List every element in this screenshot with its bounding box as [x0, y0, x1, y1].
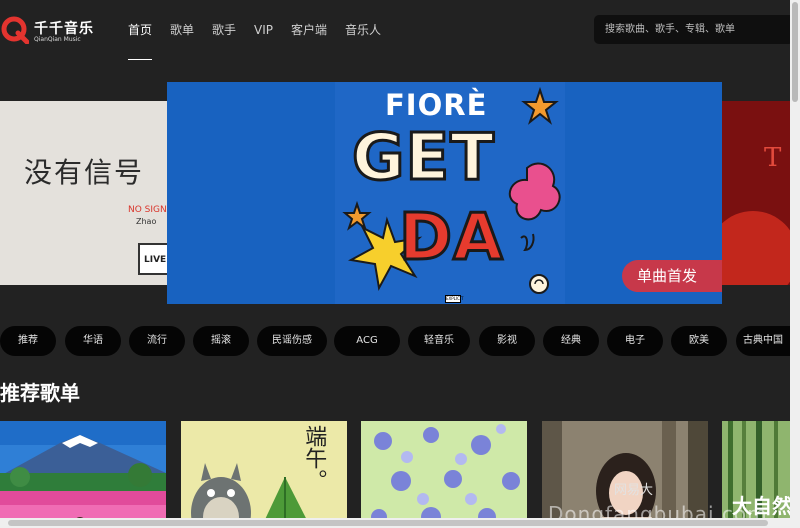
nav-item-label: VIP — [254, 23, 274, 37]
horizontal-scrollbar[interactable] — [0, 518, 790, 528]
slide-title: 没有信号 — [24, 156, 145, 189]
single-debut-badge: 单曲首发 — [622, 260, 722, 292]
main-nav: 首页 歌单 歌手 VIP 客户端 音乐人 — [128, 0, 399, 64]
parental-advisory-label: EXPLICIT — [445, 295, 464, 303]
nav-item-playlists[interactable]: 歌单 — [170, 0, 194, 64]
slide-letter: T — [764, 143, 782, 173]
nav-item-label: 歌手 — [212, 23, 237, 37]
playlist-card[interactable] — [0, 421, 166, 528]
nav-item-vip[interactable]: VIP — [254, 0, 273, 64]
category-chip[interactable]: 轻音乐 — [408, 326, 470, 356]
category-chip[interactable]: 电子 — [607, 326, 663, 356]
watermark-badge: 网易大 — [614, 483, 654, 498]
slide-glow — [718, 211, 790, 285]
nav-item-home[interactable]: 首页 — [128, 0, 153, 64]
banner-carousel: 没有信号 NO SIGNAL Zhao LIVE T FIORÈ GET DA … — [0, 80, 800, 310]
song-title-line-1: GET — [351, 121, 496, 195]
banner-slide-next[interactable]: T — [718, 101, 790, 285]
scrollbar-thumb[interactable] — [792, 2, 798, 102]
banner-slide-current[interactable]: FIORÈ GET DA EXPLICIT 单曲首发 — [167, 82, 722, 304]
artist-name: FIORÈ — [385, 88, 488, 122]
category-chip[interactable]: 华语 — [65, 326, 121, 356]
nav-item-client[interactable]: 客户端 — [291, 0, 327, 64]
playlist-card[interactable]: 端午。 — [181, 421, 347, 528]
logo[interactable]: 千千音乐 QianQian Music — [0, 14, 95, 48]
category-chip[interactable]: 流行 — [129, 326, 185, 356]
category-chip[interactable]: 影视 — [479, 326, 535, 356]
section-title: 推荐歌单 — [0, 381, 80, 405]
category-bar: 推荐 华语 流行 摇滚 民谣伤感 ACG 轻音乐 影视 经典 电子 欧美 古典中… — [0, 326, 800, 356]
corner-watermark: 大自然 — [732, 494, 792, 518]
nav-item-musicians[interactable]: 音乐人 — [345, 0, 381, 64]
song-title-line-2: DA — [398, 201, 505, 275]
nav-item-label: 音乐人 — [345, 23, 382, 37]
category-chip[interactable]: 推荐 — [0, 326, 56, 356]
playlist-cover-caption: 端午。 — [301, 425, 327, 491]
category-chip[interactable]: 民谣伤感 — [257, 326, 327, 356]
category-chip[interactable]: 古典中国 — [736, 326, 790, 356]
brand-english-name: QianQian Music — [34, 36, 81, 43]
playlist-cover-mountain — [0, 421, 166, 528]
nav-item-label: 首页 — [128, 23, 153, 37]
nav-item-singers[interactable]: 歌手 — [212, 0, 236, 64]
banner-slide-previous[interactable]: 没有信号 NO SIGNAL Zhao LIVE — [0, 101, 190, 285]
brand-name: 千千音乐 — [34, 21, 94, 37]
playlist-card[interactable] — [361, 421, 527, 528]
qianqian-logo-icon — [1, 16, 29, 44]
vertical-scrollbar[interactable] — [790, 0, 800, 528]
nav-item-label: 歌单 — [170, 23, 195, 37]
category-chip[interactable]: 欧美 — [671, 326, 727, 356]
search-input[interactable] — [594, 15, 794, 44]
playlist-cover-floral — [361, 421, 527, 528]
nav-item-label: 客户端 — [291, 23, 328, 37]
slide-artist: Zhao — [136, 217, 157, 226]
header: 千千音乐 QianQian Music 首页 歌单 歌手 VIP 客户端 音乐人 — [0, 0, 800, 64]
category-chip[interactable]: 摇滚 — [193, 326, 249, 356]
category-chip[interactable]: 经典 — [543, 326, 599, 356]
nav-active-underline — [128, 59, 153, 60]
scrollbar-thumb[interactable] — [8, 520, 768, 526]
category-chip[interactable]: ACG — [334, 326, 400, 356]
